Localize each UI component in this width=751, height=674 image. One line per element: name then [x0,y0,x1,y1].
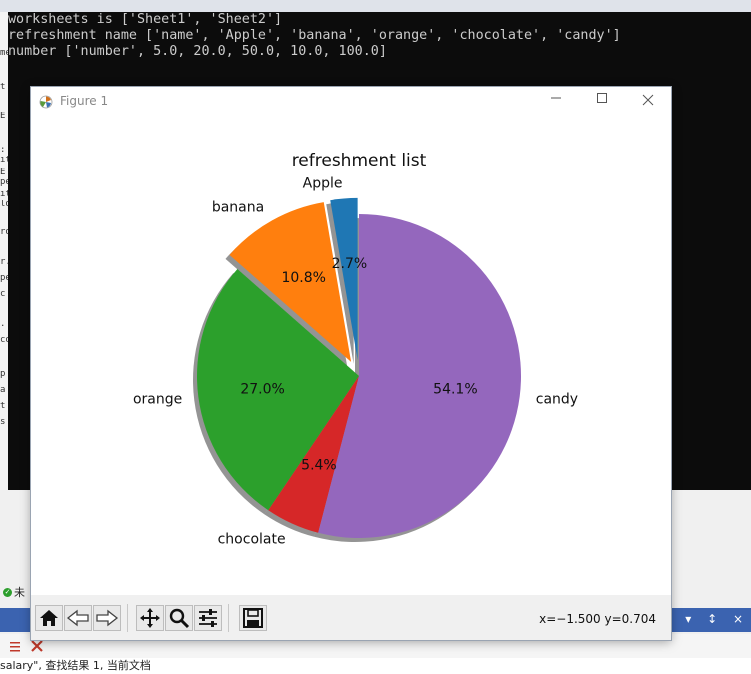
window-titlebar[interactable]: Figure 1 [31,87,671,117]
slice-label-apple: Apple [303,175,343,191]
zoom-magnifier-icon [169,608,190,629]
gutter-fragment: a [0,386,6,395]
find-result-text: salary", 查找结果 1, 当前文档 [0,658,751,674]
zoom-button[interactable] [165,605,193,631]
editor-left-gutter: metE:itEpeitloror.pec.copats [0,12,8,490]
forward-button[interactable] [93,605,121,631]
pan-move-icon [140,608,160,628]
forward-arrow-icon [96,609,119,627]
back-arrow-icon [66,609,89,627]
maximize-icon [597,93,607,103]
slice-percent-apple: 2.7% [332,256,368,272]
close-button[interactable] [625,87,671,117]
pie-chart: refreshment list Apple 2.7% banana 10.8% ora… [133,151,578,547]
check-circle-icon: ✓ [3,588,12,597]
close-icon [642,94,654,106]
gutter-fragment: me [0,49,8,58]
console-line-3: number ['number', 5.0, 20.0, 50.0, 10.0,… [8,44,387,59]
status-indicator: ✓ 未 [0,584,34,602]
slice-label-orange: orange [133,392,182,408]
gutter-fragment: it [0,156,8,165]
home-icon [40,610,58,626]
console-output: worksheets is ['Sheet1', 'Sheet2'] refre… [8,12,621,60]
configure-subplots-button[interactable] [194,605,222,631]
gutter-fragment: c [0,290,6,299]
gutter-fragment: E [0,112,6,121]
console-line-1: worksheets is ['Sheet1', 'Sheet2'] [8,12,283,27]
gutter-fragment: . [0,320,6,329]
pie-wedges [196,197,522,538]
plot-canvas[interactable]: refreshment list Apple 2.7% banana 10.8% ora… [31,117,671,595]
list-icon[interactable] [10,642,20,652]
slice-percent-chocolate: 5.4% [301,458,337,474]
home-button[interactable] [35,605,63,631]
gutter-fragment: pe [0,178,8,187]
ide-top-strip [0,0,751,12]
save-floppy-icon [243,608,263,628]
matplotlib-figure-window[interactable]: Figure 1 refreshment list Apple 2.7% banan… [31,87,671,640]
gutter-fragment: p [0,370,6,379]
gutter-fragment: t [0,402,6,411]
pan-button[interactable] [136,605,164,631]
slice-label-chocolate: chocolate [218,531,286,547]
gutter-fragment: E [0,168,6,177]
gutter-fragment: it [0,190,8,199]
back-button[interactable] [64,605,92,631]
toolbar-separator [127,604,128,632]
panel-controls[interactable]: ▾ ↕ × [685,612,749,626]
save-button[interactable] [239,605,267,631]
gutter-fragment: lo [0,200,8,209]
navigation-toolbar: x=−1.500 y=0.704 [31,595,671,640]
console-line-2: refreshment name ['name', 'Apple', 'bana… [8,28,621,43]
matplotlib-app-icon [39,95,53,109]
gutter-fragment: ro [0,228,8,237]
gutter-fragment: t [0,83,6,92]
status-text: 未 [14,586,25,599]
cursor-coordinates: x=−1.500 y=0.704 [539,612,656,626]
slice-percent-orange: 27.0% [240,381,284,397]
slice-label-candy: candy [536,392,578,408]
gutter-fragment: co [0,336,8,345]
minimize-icon [551,97,561,99]
gutter-fragment: pe [0,274,8,283]
maximize-button[interactable] [579,87,625,117]
clear-icon[interactable] [31,640,43,652]
minimize-button[interactable] [533,87,579,117]
slice-label-banana: banana [212,199,264,215]
window-title: Figure 1 [60,94,109,108]
gutter-fragment: s [0,418,6,427]
slice-percent-candy: 54.1% [433,381,477,397]
chart-title: refreshment list [292,151,427,171]
slice-percent-banana: 10.8% [281,270,325,286]
gutter-fragment: r. [0,258,8,267]
gutter-fragment: : [0,146,6,155]
configure-subplots-icon [199,609,217,627]
toolbar-separator [228,604,229,632]
